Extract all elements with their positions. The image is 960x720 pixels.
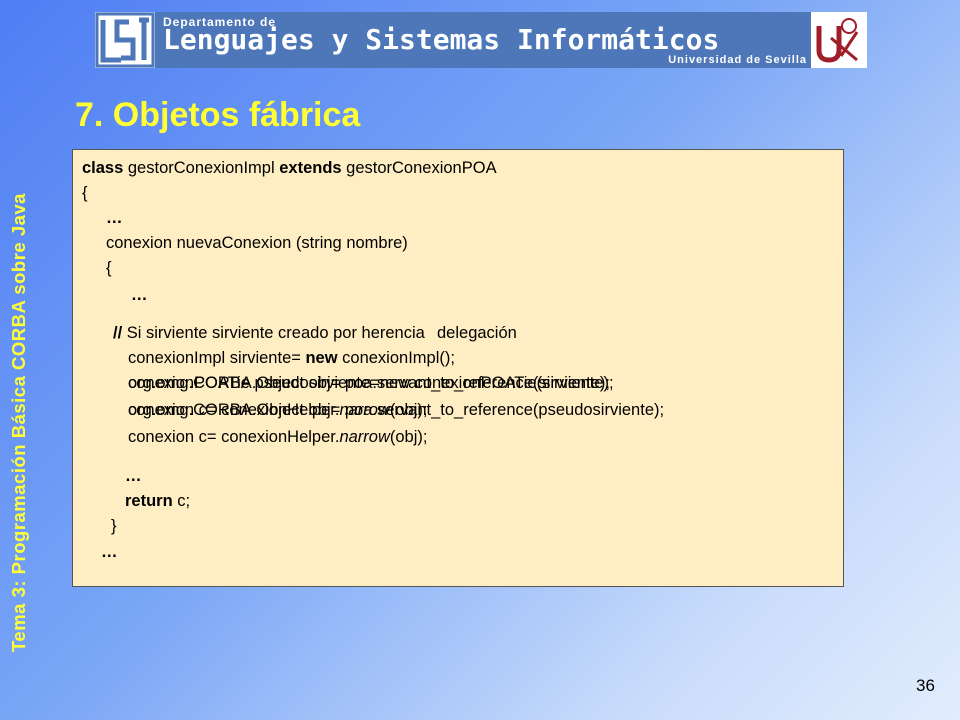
- code-line-pseudo-reference-overlay: org.omg.CORBA.Object obj= poa.servant_to…: [128, 401, 665, 419]
- code-line-ellipsis: …: [106, 209, 123, 227]
- department-name: Lenguajes y Sistemas Informáticos: [163, 23, 720, 56]
- code-line-comment-overlay: delegación: [437, 324, 517, 342]
- code-box: class gestorConexionImpl extends gestorC…: [72, 149, 844, 587]
- university-name: Universidad de Sevilla: [668, 54, 807, 66]
- code-line-ellipsis: …: [125, 467, 142, 485]
- code-line-close-brace: }: [111, 517, 117, 535]
- page-number: 36: [916, 676, 935, 695]
- code-line-ellipsis: …: [131, 286, 148, 304]
- code-line-ellipsis: …: [101, 543, 118, 561]
- code-line-narrow-2: conexion c= conexionHelper.narrow(obj);: [128, 428, 428, 446]
- code-line-method-signature: conexion nuevaConexion (string nombre): [106, 234, 408, 252]
- code-line-method-brace: {: [106, 259, 112, 277]
- header-banner: Departamento de Lenguajes y Sistemas Inf…: [95, 12, 867, 68]
- code-line-comment: // Si sirviente sirviente creado por her…: [113, 324, 425, 342]
- university-logo: [811, 12, 867, 68]
- code-line-open-brace: {: [82, 184, 88, 202]
- code-line-class-decl: class gestorConexionImpl extends gestorC…: [82, 159, 497, 177]
- code-line-servant-new: conexionImpl sirviente= new conexionImpl…: [128, 349, 455, 367]
- code-line-return: return c;: [125, 492, 191, 510]
- course-title: Tema 3: Programación Básica CORBA sobre …: [8, 193, 29, 652]
- slide-title: 7. Objetos fábrica: [75, 96, 361, 134]
- code-line-tie-overlay: conexionPOATie pseudosirviente=new conex…: [128, 374, 614, 392]
- department-logo: [95, 12, 155, 68]
